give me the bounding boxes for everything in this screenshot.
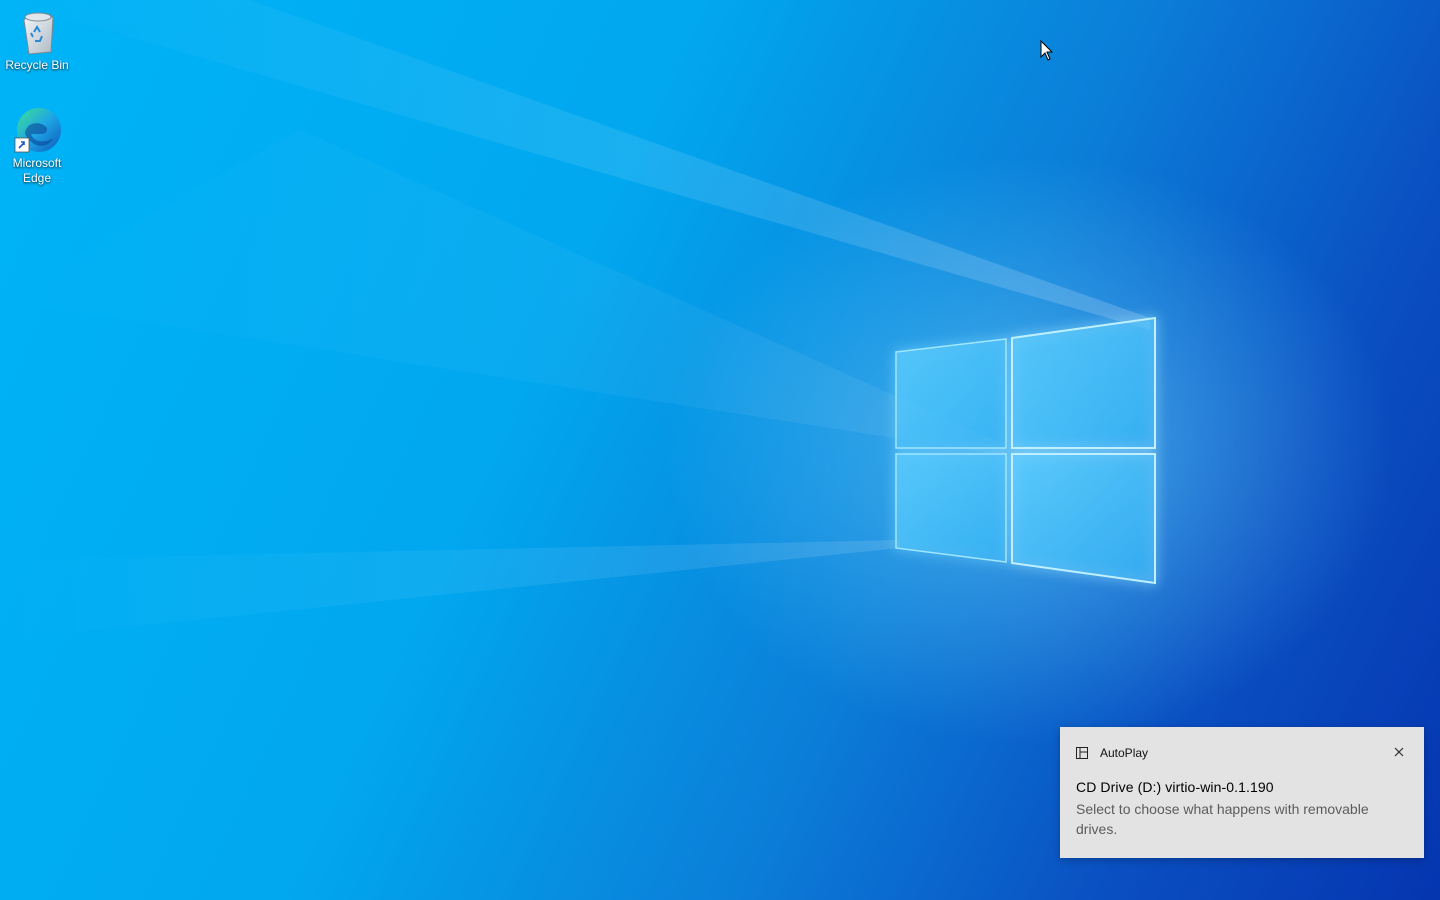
windows-logo [895,316,1156,585]
desktop-icon-recycle-bin[interactable]: Recycle Bin [0,6,74,73]
edge-icon [14,108,61,153]
notification-title: CD Drive (D:) virtio-win-0.1.190 [1076,779,1274,795]
recycle-bin-icon [23,12,54,55]
notification-body: Select to choose what happens with remov… [1076,801,1369,837]
desktop: Recycle Bin Microsoft Edge AutoPlay CD D… [0,0,1440,900]
desktop-icon-microsoft-edge[interactable]: Microsoft Edge [0,104,74,186]
close-icon[interactable] [1392,745,1406,759]
desktop-icon-label: Microsoft Edge [12,156,62,185]
autoplay-notification[interactable]: AutoPlay CD Drive (D:) virtio-win-0.1.19… [1060,727,1424,858]
mouse-cursor-icon [1040,40,1054,61]
autoplay-icon [1076,747,1088,759]
notification-app-name: AutoPlay [1100,746,1149,760]
desktop-icon-label: Recycle Bin [5,58,69,72]
notification-header: AutoPlay [1076,746,1148,760]
